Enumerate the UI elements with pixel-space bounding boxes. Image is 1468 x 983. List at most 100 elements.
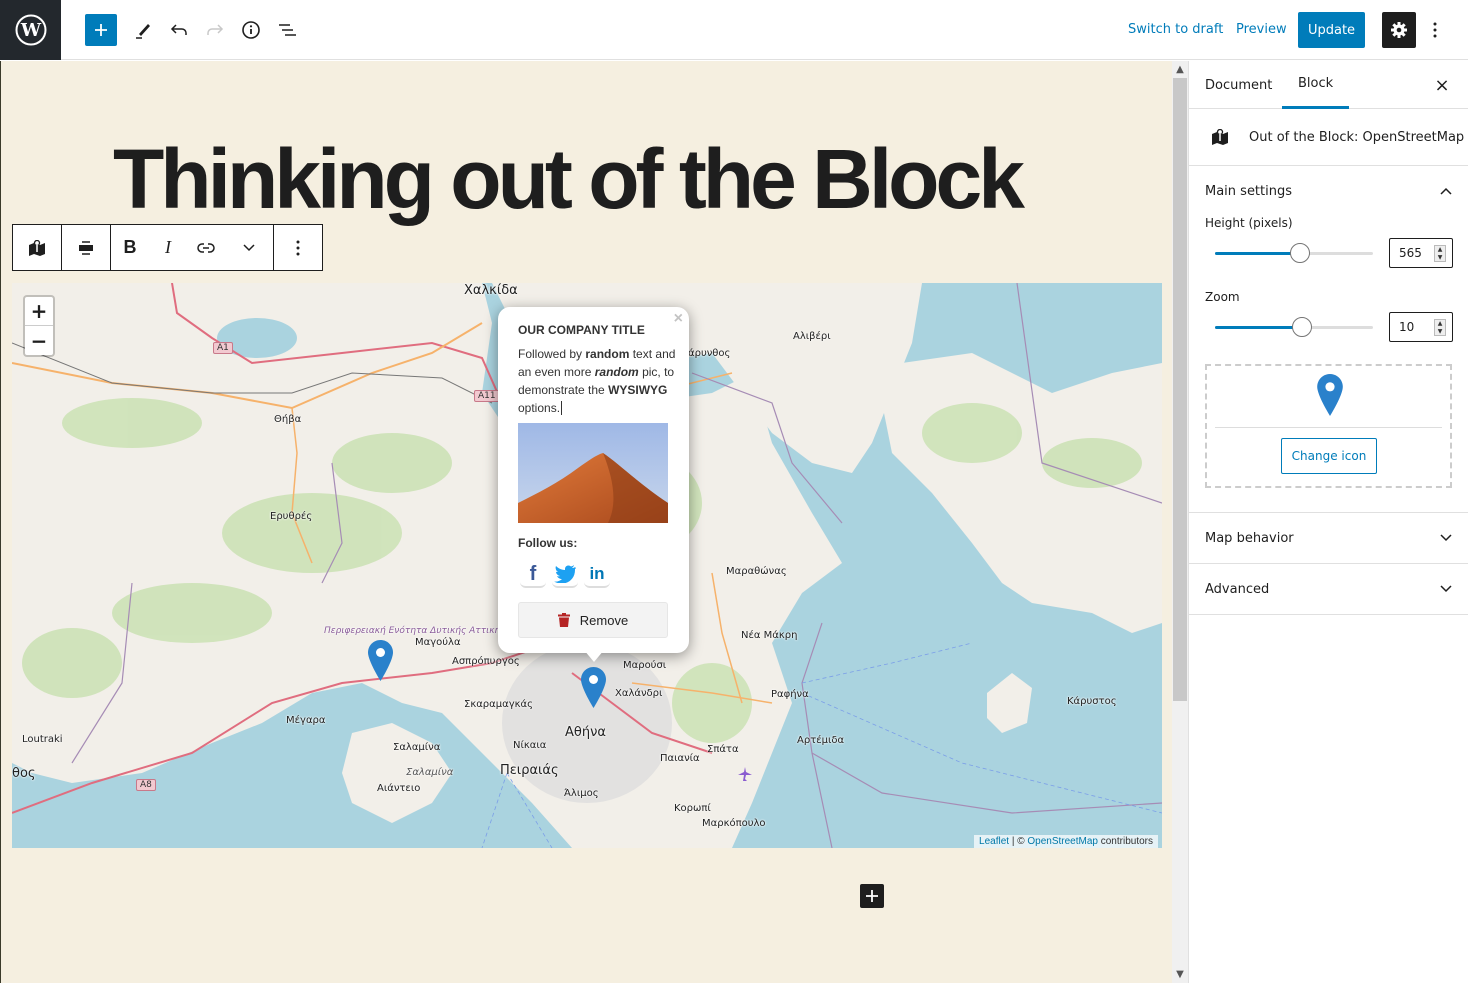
- zoom-label: Zoom: [1205, 290, 1240, 304]
- bold-button[interactable]: B: [111, 225, 149, 270]
- height-slider-thumb[interactable]: [1290, 243, 1311, 263]
- facebook-icon[interactable]: f: [520, 562, 546, 588]
- chevron-down-icon: [1440, 585, 1452, 593]
- popup-body[interactable]: Followed by random text and an even more…: [518, 345, 678, 417]
- map-marker[interactable]: [368, 640, 393, 681]
- scroll-up-arrow[interactable]: ▲: [1172, 61, 1188, 78]
- tools-button[interactable]: [127, 14, 159, 46]
- height-value: 565: [1399, 246, 1422, 260]
- follow-us-label: Follow us:: [518, 536, 578, 550]
- settings-button[interactable]: [1382, 12, 1416, 48]
- scroll-down-arrow[interactable]: ▼: [1172, 966, 1188, 983]
- road-shield: A1: [213, 342, 233, 354]
- zoom-input[interactable]: 10 ▲ ▼: [1389, 312, 1453, 342]
- map-place-label: Loutraki: [22, 734, 63, 745]
- link-button[interactable]: [187, 225, 225, 270]
- height-spinner[interactable]: ▲ ▼: [1434, 245, 1446, 262]
- post-title[interactable]: Thinking out of the Block: [113, 131, 1025, 228]
- list-view-icon: [279, 24, 296, 36]
- svg-text:W: W: [19, 20, 41, 41]
- link-icon: [197, 242, 215, 253]
- align-button[interactable]: [62, 225, 110, 270]
- tab-block[interactable]: Block: [1282, 61, 1350, 109]
- add-block-button[interactable]: [85, 14, 117, 46]
- more-rich-text-button[interactable]: [225, 225, 273, 270]
- map-place-label: Νέα Μάκρη: [741, 630, 798, 641]
- scrollbar-thumb[interactable]: [1173, 78, 1187, 701]
- popup-image: [518, 423, 668, 523]
- twitter-icon[interactable]: [552, 562, 578, 588]
- panel-title: Main settings: [1205, 183, 1293, 199]
- more-menu-button[interactable]: [1424, 14, 1446, 46]
- map-place-label: Μαγούλα: [415, 637, 461, 648]
- italic-button[interactable]: I: [149, 225, 187, 270]
- linkedin-icon[interactable]: in: [584, 562, 610, 588]
- map-region-label: Περιφερειακή Ενότητα Δυτικής Αττικής: [324, 626, 506, 636]
- map-place-label: άρυνθος: [688, 348, 731, 359]
- popup-title[interactable]: OUR COMPANY TITLE: [518, 323, 645, 337]
- map-place-label: Αθήνα: [565, 725, 606, 740]
- block-options-button[interactable]: [274, 225, 322, 270]
- trash-icon: [557, 613, 570, 627]
- block-type-button[interactable]: [13, 225, 61, 270]
- zoom-out-button[interactable]: −: [25, 326, 53, 355]
- chevron-down-icon: [243, 243, 255, 251]
- undo-button[interactable]: [163, 14, 195, 46]
- chevron-down-icon: [1440, 534, 1452, 542]
- info-icon: [242, 21, 260, 39]
- plus-icon: [95, 24, 107, 36]
- popup-close-button[interactable]: ×: [674, 310, 683, 328]
- map-behavior-toggle[interactable]: Map behavior: [1189, 513, 1468, 563]
- map-place-label: Σαλαμίνα: [393, 742, 441, 753]
- map-place-label: Αρτέμιδα: [797, 735, 845, 746]
- editor-canvas: Thinking out of the Block B I Χαλκίδα Αλ…: [0, 61, 1172, 983]
- zoom-slider-thumb[interactable]: [1291, 317, 1312, 337]
- marker-pin-icon: [1317, 374, 1343, 416]
- marker-popup: × OUR COMPANY TITLE Followed by random t…: [498, 307, 689, 662]
- map-place-label: Μαρούσι: [623, 660, 667, 671]
- map-place-label: Κορωπί: [674, 803, 711, 814]
- redo-button[interactable]: [199, 14, 231, 46]
- map-place-label: Αλιβέρι: [793, 331, 831, 342]
- main-settings-toggle[interactable]: Main settings: [1189, 166, 1468, 216]
- panel-title: Advanced: [1205, 581, 1270, 597]
- more-vertical-icon: [1433, 22, 1437, 38]
- tab-document[interactable]: Document: [1189, 61, 1288, 109]
- editor-scrollbar[interactable]: ▲ ▼: [1172, 61, 1188, 983]
- zoom-spinner[interactable]: ▲ ▼: [1434, 319, 1446, 336]
- main-settings-panel: Main settings Height (pixels) 565 ▲ ▼ Zoo…: [1189, 166, 1468, 513]
- height-slider[interactable]: [1215, 243, 1373, 263]
- block-navigation-button[interactable]: [271, 14, 303, 46]
- map-place-label: Θήβα: [274, 414, 302, 425]
- preview-button[interactable]: Preview: [1236, 22, 1287, 37]
- remove-marker-button[interactable]: Remove: [518, 602, 668, 638]
- openstreetmap-map[interactable]: Χαλκίδα Αλιβέρι άρυνθος Θήβα Ερυθρές Μαραθώνα…: [12, 283, 1162, 848]
- openstreetmap-link[interactable]: OpenStreetMap: [1027, 836, 1098, 847]
- block-inserter-button[interactable]: [860, 884, 884, 908]
- wordpress-logo-button[interactable]: W: [0, 0, 61, 60]
- zoom-slider[interactable]: [1215, 317, 1373, 337]
- map-attribution: Leaflet | © OpenStreetMap contributors: [974, 835, 1158, 848]
- redo-icon: [207, 24, 224, 35]
- map-place-label: θος: [12, 766, 36, 781]
- remove-label: Remove: [579, 612, 629, 628]
- map-marker-active[interactable]: [581, 667, 606, 708]
- switch-to-draft-button[interactable]: Switch to draft: [1128, 22, 1223, 37]
- attribution-suffix: contributors: [1097, 836, 1153, 847]
- divider: [1215, 427, 1442, 428]
- leaflet-link[interactable]: Leaflet: [979, 836, 1009, 847]
- map-place-label: Μαρκόπουλο: [702, 818, 766, 829]
- details-button[interactable]: [235, 14, 267, 46]
- map-place-label: Πειραιάς: [500, 763, 559, 778]
- advanced-toggle[interactable]: Advanced: [1189, 564, 1468, 614]
- close-sidebar-button[interactable]: ×: [1430, 73, 1454, 97]
- height-input[interactable]: 565 ▲ ▼: [1389, 238, 1453, 268]
- zoom-in-button[interactable]: +: [25, 297, 53, 326]
- plus-icon: [866, 890, 878, 902]
- change-icon-button[interactable]: Change icon: [1281, 438, 1377, 474]
- map-place-label: Σαλαμίνα: [406, 767, 454, 778]
- update-button[interactable]: Update: [1298, 12, 1365, 48]
- popup-bold-text: random: [585, 347, 630, 361]
- more-vertical-icon: [296, 240, 300, 255]
- popup-text: Followed by: [518, 347, 586, 361]
